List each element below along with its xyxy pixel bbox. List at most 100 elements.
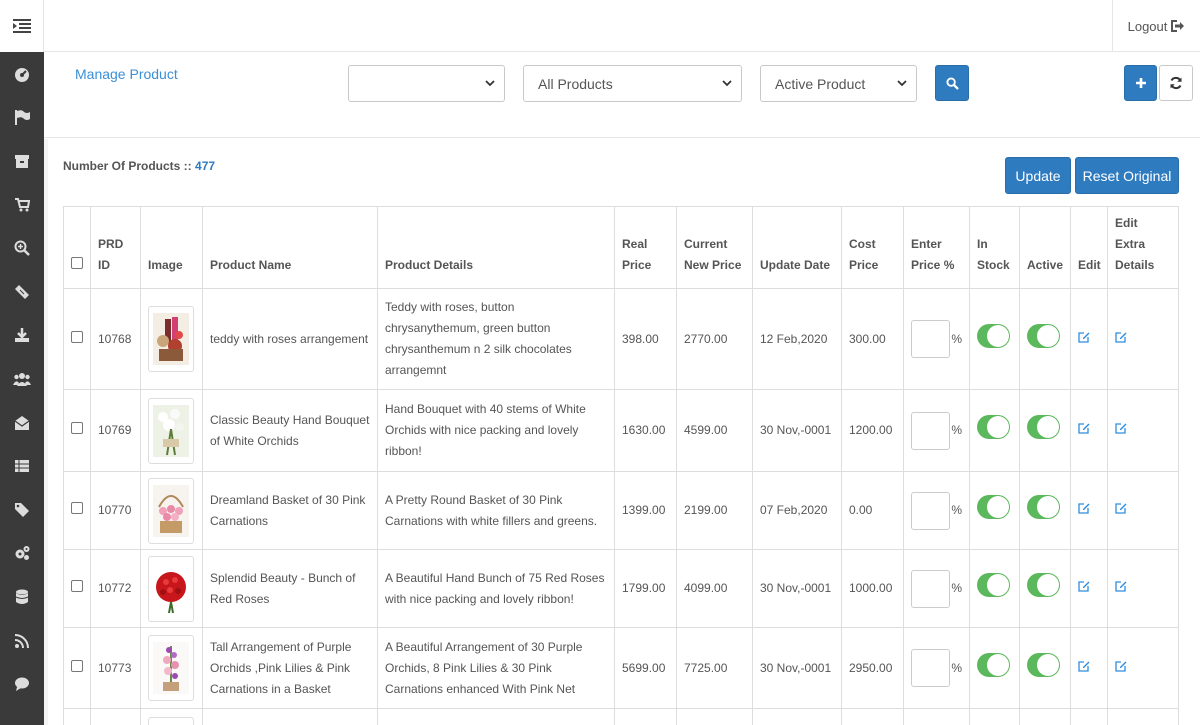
- edit-icon[interactable]: [1078, 331, 1090, 343]
- in-stock-toggle[interactable]: [977, 573, 1010, 597]
- row-checkbox[interactable]: [71, 330, 83, 343]
- in-stock-toggle[interactable]: [977, 415, 1010, 439]
- chevron-down-icon: [485, 80, 495, 87]
- sidebar-item-chat[interactable]: [0, 662, 44, 706]
- active-toggle[interactable]: [1027, 573, 1060, 597]
- row-checkbox[interactable]: [71, 422, 83, 434]
- dashboard-icon: [15, 67, 29, 82]
- header-product-details: Product Details: [377, 206, 615, 289]
- in-stock-toggle[interactable]: [977, 495, 1010, 519]
- edit-icon[interactable]: [1078, 580, 1090, 592]
- price-percent-input[interactable]: [911, 569, 951, 608]
- percent-sign: %: [951, 423, 962, 437]
- product-id: 10769: [90, 389, 141, 472]
- sidebar-item-tags[interactable]: [0, 488, 44, 532]
- edit-icon[interactable]: [1078, 660, 1090, 672]
- product-thumbnail: [153, 562, 189, 615]
- logout-label: Logout: [1127, 18, 1168, 34]
- logout-button[interactable]: Logout: [1112, 0, 1200, 52]
- product-thumbnail: [153, 642, 189, 694]
- edit-icon[interactable]: [1078, 422, 1090, 434]
- product-image[interactable]: [148, 306, 194, 372]
- sidebar-item-users[interactable]: [0, 357, 44, 401]
- product-count-value: 477: [195, 159, 216, 173]
- edit-extra-icon[interactable]: [1115, 422, 1127, 434]
- sidebar-item-cart[interactable]: [0, 183, 44, 227]
- row-checkbox[interactable]: [71, 580, 83, 592]
- sidebar-item-flag[interactable]: [0, 96, 44, 140]
- product-image[interactable]: [148, 555, 194, 622]
- product-status-select[interactable]: Active Product: [760, 65, 917, 102]
- header-image: Image: [140, 206, 203, 289]
- current-new-price: 4099.00: [676, 549, 753, 628]
- product-thumbnail: [153, 404, 189, 457]
- price-percent-input[interactable]: [911, 411, 951, 450]
- page-title[interactable]: Manage Product: [75, 66, 178, 82]
- sidebar-item-dashboard[interactable]: [0, 52, 44, 96]
- row-checkbox[interactable]: [71, 659, 83, 672]
- real-price: 1630.00: [614, 389, 677, 472]
- percent-sign: %: [951, 581, 962, 595]
- percent-sign: %: [951, 503, 962, 517]
- product-id: 10770: [90, 471, 141, 550]
- real-price: 398.00: [614, 288, 677, 390]
- sidebar-item-mail[interactable]: [0, 401, 44, 445]
- price-percent-input[interactable]: [911, 320, 951, 358]
- header-in-stock: In Stock: [969, 206, 1020, 289]
- sidebar-item-search[interactable]: [0, 226, 44, 270]
- add-product-button[interactable]: [1124, 65, 1157, 101]
- active-toggle[interactable]: [1027, 415, 1060, 439]
- category-filter-select[interactable]: [348, 65, 505, 102]
- header-current-new-price: Current New Price: [676, 206, 753, 289]
- product-id: 10773: [90, 627, 141, 709]
- product-image[interactable]: [148, 635, 194, 701]
- product-image[interactable]: [148, 397, 194, 464]
- download-icon: [15, 328, 29, 343]
- price-percent-input[interactable]: [911, 491, 951, 530]
- sidebar-item-download[interactable]: [0, 314, 44, 358]
- ticket-icon: [15, 284, 29, 299]
- reset-original-button[interactable]: Reset Original: [1075, 157, 1179, 194]
- sidebar-item-database[interactable]: [0, 575, 44, 619]
- table-row: 10772 Splendid Beauty - Bunch of Red Ros…: [63, 549, 1179, 628]
- refresh-button[interactable]: [1159, 65, 1193, 101]
- edit-extra-icon[interactable]: [1115, 580, 1127, 592]
- product-status-value: Active Product: [775, 75, 866, 92]
- in-stock-toggle[interactable]: [977, 652, 1010, 677]
- edit-extra-icon[interactable]: [1115, 502, 1127, 514]
- row-checkbox[interactable]: [71, 502, 83, 514]
- search-button[interactable]: [935, 65, 969, 101]
- users-icon: [13, 372, 31, 386]
- product-count-label: Number Of Products ::: [63, 159, 192, 173]
- active-toggle[interactable]: [1027, 323, 1060, 348]
- table-row: 10769 Classic Beauty Hand Bouquet of Whi…: [63, 389, 1179, 472]
- header-update-date: Update Date: [752, 206, 842, 289]
- header-active: Active: [1019, 206, 1071, 289]
- select-all-checkbox[interactable]: [71, 257, 83, 269]
- sidebar-item-settings[interactable]: [0, 532, 44, 576]
- cost-price: 0.00: [841, 471, 904, 550]
- comment-icon: [15, 677, 29, 692]
- sidebar-item-archive[interactable]: [0, 139, 44, 183]
- edit-extra-icon[interactable]: [1115, 331, 1127, 343]
- menu-toggle-button[interactable]: [0, 0, 44, 52]
- edit-icon[interactable]: [1078, 502, 1090, 514]
- chevron-down-icon: [722, 80, 732, 87]
- sidebar-item-rss[interactable]: [0, 619, 44, 663]
- sidebar-item-ticket[interactable]: [0, 270, 44, 314]
- product-image[interactable]: [148, 477, 194, 544]
- in-stock-toggle[interactable]: [977, 323, 1010, 348]
- active-toggle[interactable]: [1027, 652, 1060, 677]
- product-image[interactable]: [148, 717, 194, 725]
- update-button[interactable]: Update: [1005, 157, 1071, 194]
- sidebar-nav: [0, 52, 44, 706]
- active-toggle[interactable]: [1027, 495, 1060, 519]
- current-new-price: 7725.00: [676, 627, 753, 709]
- table-icon: [15, 460, 29, 473]
- product-type-select[interactable]: All Products: [523, 65, 742, 102]
- cogs-icon: [15, 546, 30, 561]
- product-thumbnail: [153, 484, 189, 537]
- edit-extra-icon[interactable]: [1115, 660, 1127, 672]
- price-percent-input[interactable]: [911, 649, 951, 687]
- sidebar-item-table[interactable]: [0, 444, 44, 488]
